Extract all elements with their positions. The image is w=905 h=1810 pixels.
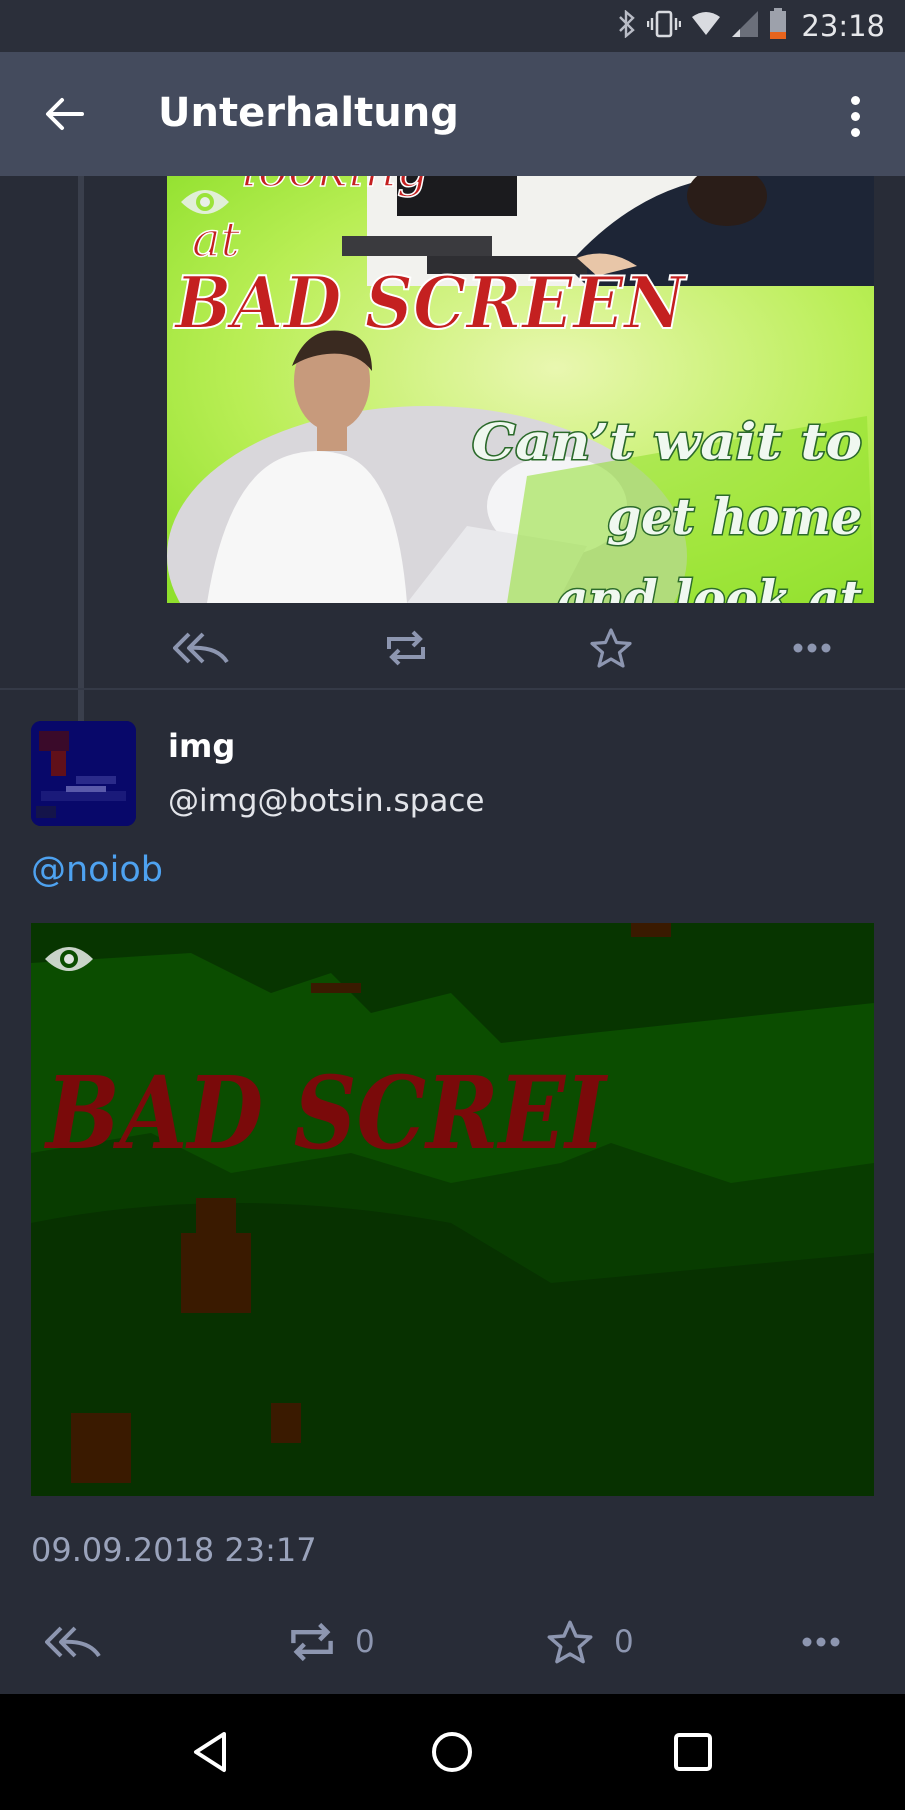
nav-home-button[interactable] [422,1722,482,1782]
boost-icon [291,1622,333,1662]
reply-all-icon [45,1626,101,1658]
nav-back-button[interactable] [180,1722,240,1782]
boost-button[interactable]: 0 [289,1604,375,1680]
status-time: 23:18 [801,9,885,43]
favourite-count: 0 [614,1624,634,1660]
post-media[interactable]: BAD SCREI [31,923,874,1496]
reply-button[interactable] [45,1604,101,1680]
wifi-icon [691,11,721,41]
more-horizontal-icon [802,1637,840,1647]
star-icon [547,1620,593,1664]
favourite-button[interactable] [589,612,633,684]
caption-bad-screen: BAD SCREEN [173,260,688,345]
boost-count: 0 [355,1624,375,1660]
home-circle-icon [432,1732,472,1772]
vibrate-icon [647,10,682,42]
app-bar: Unterhaltung [0,52,905,176]
arrow-left-icon [46,98,84,130]
previous-post-actions [167,612,874,684]
media-image: looking at BAD SCREEN Can’t wait to get … [167,176,874,603]
post-divider [0,688,905,690]
hide-media-button[interactable] [43,941,95,977]
caption-looking: looking [242,176,429,198]
back-triangle-icon [194,1732,226,1772]
account-handle[interactable]: @img@botsin.space [168,783,485,819]
bluetooth-icon [617,9,637,42]
star-icon [590,628,632,668]
caption-cant-wait: Can’t wait to [472,412,862,471]
more-button[interactable] [792,612,832,684]
boost-icon [387,630,425,666]
post-timestamp: 09.09.2018 23:17 [31,1531,317,1569]
media-image: BAD SCREI [31,923,874,1496]
eye-icon [181,190,229,214]
more-horizontal-icon [793,643,831,653]
signal-icon [731,10,759,42]
avatar[interactable] [31,721,136,826]
navigation-bar [0,1694,905,1810]
media-caption: BAD SCREI [43,1054,608,1172]
avatar-image [31,721,136,826]
display-name[interactable]: img [168,727,235,765]
reply-all-icon [173,632,229,664]
nav-recents-button[interactable] [663,1722,723,1782]
more-options-button[interactable] [835,88,875,144]
caption-get-home: get home [607,487,862,546]
favourite-button[interactable]: 0 [546,1604,634,1680]
boost-button[interactable] [385,612,427,684]
reply-button[interactable] [173,612,229,684]
page-title: Unterhaltung [158,90,459,136]
previous-post-media[interactable]: looking at BAD SCREEN Can’t wait to get … [167,176,874,603]
mention-link[interactable]: @noiob [31,850,163,890]
status-icons: 23:18 [617,0,885,52]
back-button[interactable] [36,86,92,142]
recents-square-icon [674,1733,712,1771]
thread-line [78,176,84,722]
hide-media-button[interactable] [179,184,231,220]
post-actions: 0 0 [31,1604,874,1680]
caption-and-look-at: and look at [557,569,862,603]
status-bar: 23:18 [0,0,905,52]
more-button[interactable] [801,1604,841,1680]
eye-icon [45,947,93,971]
battery-icon [769,8,787,44]
more-vertical-icon [850,95,860,105]
